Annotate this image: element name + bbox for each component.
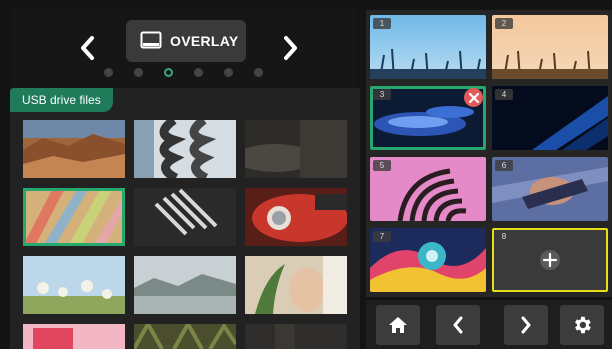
previous-page-button[interactable] [436, 305, 480, 345]
file-thumbnail-dark-leaf[interactable] [245, 120, 347, 178]
mode-label: OVERLAY [170, 33, 239, 49]
mountain-lake-image [134, 256, 236, 314]
mode-button[interactable]: OVERLAY [126, 20, 246, 62]
usb-files-panel: USB drive files [10, 88, 360, 349]
file-thumbnail-curved-balconies[interactable] [134, 120, 236, 178]
channel-number: 2 [495, 18, 513, 29]
usb-files-tag: USB drive files [10, 88, 113, 112]
channel-tile-6[interactable]: 6 [492, 157, 608, 221]
page-indicator [104, 68, 263, 77]
channel-tile-1[interactable]: 1 [370, 15, 486, 79]
file-thumbnail-palm-trees[interactable] [134, 324, 236, 349]
channel-number: 5 [373, 160, 391, 171]
pink-frame-image [23, 324, 125, 349]
gear-icon [575, 316, 591, 334]
dark-wall-image [245, 324, 347, 349]
file-thumbnail-white-flowers[interactable] [23, 256, 125, 314]
settings-button[interactable] [560, 305, 604, 345]
channel-number: 8 [495, 231, 513, 242]
close-icon [468, 92, 479, 103]
white-flowers-image [23, 256, 125, 314]
colorful-fabric-image [23, 188, 125, 246]
next-mode-button[interactable] [276, 30, 306, 66]
file-thumbnail-colorful-fabric[interactable] [23, 188, 125, 246]
monitor-icon [140, 31, 162, 49]
channel-tile-4[interactable]: 4 [492, 86, 608, 150]
file-thumbnail-desert-rocks[interactable] [23, 120, 125, 178]
file-thumbnail-striped-chair[interactable] [134, 188, 236, 246]
channel-tile-7[interactable]: 7 [370, 228, 486, 292]
chevron-left-icon [81, 36, 94, 60]
page-dot-active[interactable] [164, 68, 173, 77]
bottom-controls [366, 300, 612, 349]
page-dot[interactable] [194, 68, 203, 77]
file-thumbnail-pink-frame[interactable] [23, 324, 125, 349]
curved-balconies-image [134, 120, 236, 178]
previous-mode-button[interactable] [72, 30, 102, 66]
channel-number: 4 [495, 89, 513, 100]
channel-tile-2[interactable]: 2 [492, 15, 608, 79]
palm-trees-image [134, 324, 236, 349]
channel-tile-5[interactable]: 5 [370, 157, 486, 221]
file-thumbnail-mountain-lake[interactable] [134, 256, 236, 314]
file-thumbnail-dark-wall[interactable] [245, 324, 347, 349]
red-car-image [245, 188, 347, 246]
page-dot[interactable] [224, 68, 233, 77]
plus-icon [540, 250, 560, 270]
desert-rocks-image [23, 120, 125, 178]
hand-with-plant-image [245, 256, 347, 314]
home-icon [389, 317, 407, 333]
channel-number: 3 [373, 89, 391, 100]
page-dot[interactable] [104, 68, 113, 77]
next-page-button[interactable] [504, 305, 548, 345]
chevron-right-icon [521, 316, 531, 334]
top-bar: OVERLAY [10, 8, 355, 88]
channel-number: 1 [373, 18, 391, 29]
striped-chair-image [134, 188, 236, 246]
page-dot[interactable] [134, 68, 143, 77]
channel-tile-8-add[interactable]: 8 [492, 228, 608, 292]
file-thumbnail-hand-with-plant[interactable] [245, 256, 347, 314]
channel-tile-3[interactable]: 3 [370, 86, 486, 150]
dark-leaf-image [245, 120, 347, 178]
chevron-left-icon [453, 316, 463, 334]
channel-grid: 1 2 3 4 5 6 7 8 [366, 10, 612, 297]
page-dot[interactable] [254, 68, 263, 77]
home-button[interactable] [376, 305, 420, 345]
chevron-right-icon [284, 36, 297, 60]
channel-number: 7 [373, 231, 391, 242]
file-thumbnail-red-car[interactable] [245, 188, 347, 246]
remove-channel-button[interactable] [464, 88, 483, 107]
channel-number: 6 [495, 160, 513, 171]
